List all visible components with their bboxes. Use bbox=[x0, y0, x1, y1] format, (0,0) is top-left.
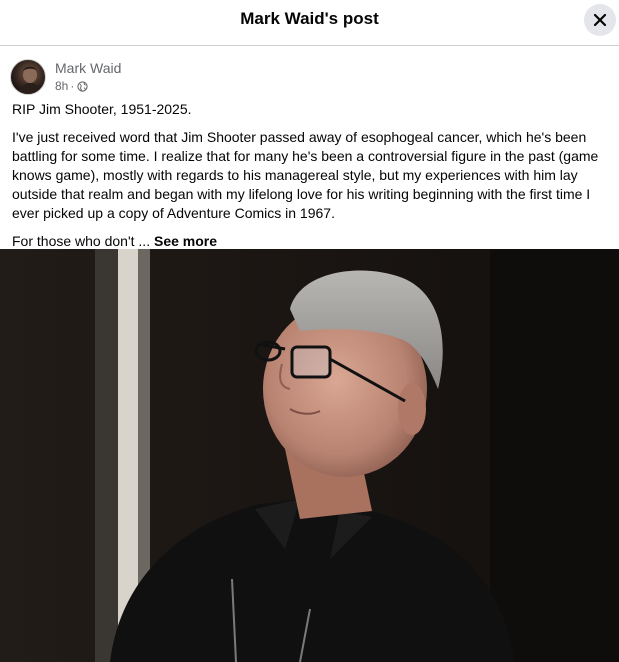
globe-icon bbox=[77, 80, 88, 92]
post-body: RIP Jim Shooter, 1951-2025. I've just re… bbox=[12, 100, 612, 260]
post-paragraph: RIP Jim Shooter, 1951-2025. bbox=[12, 101, 192, 117]
post-photo[interactable] bbox=[0, 249, 619, 662]
avatar[interactable] bbox=[10, 59, 46, 95]
dialog-header: Mark Waid's post bbox=[0, 0, 619, 46]
close-icon bbox=[593, 13, 607, 27]
avatar-image bbox=[17, 66, 42, 94]
post-header: Mark Waid 8h · bbox=[10, 58, 410, 96]
post-meta: 8h · bbox=[55, 79, 88, 93]
close-button[interactable] bbox=[584, 4, 616, 36]
photo-illustration bbox=[0, 249, 619, 662]
author-name[interactable]: Mark Waid bbox=[55, 60, 121, 76]
see-more-link[interactable]: See more bbox=[154, 233, 217, 249]
post-paragraph: I've just received word that Jim Shooter… bbox=[12, 129, 599, 221]
post-timestamp[interactable]: 8h bbox=[55, 79, 68, 93]
dialog-title: Mark Waid's post bbox=[240, 9, 379, 28]
meta-separator: · bbox=[70, 79, 75, 93]
truncated-text: For those who don't ... bbox=[12, 233, 151, 249]
